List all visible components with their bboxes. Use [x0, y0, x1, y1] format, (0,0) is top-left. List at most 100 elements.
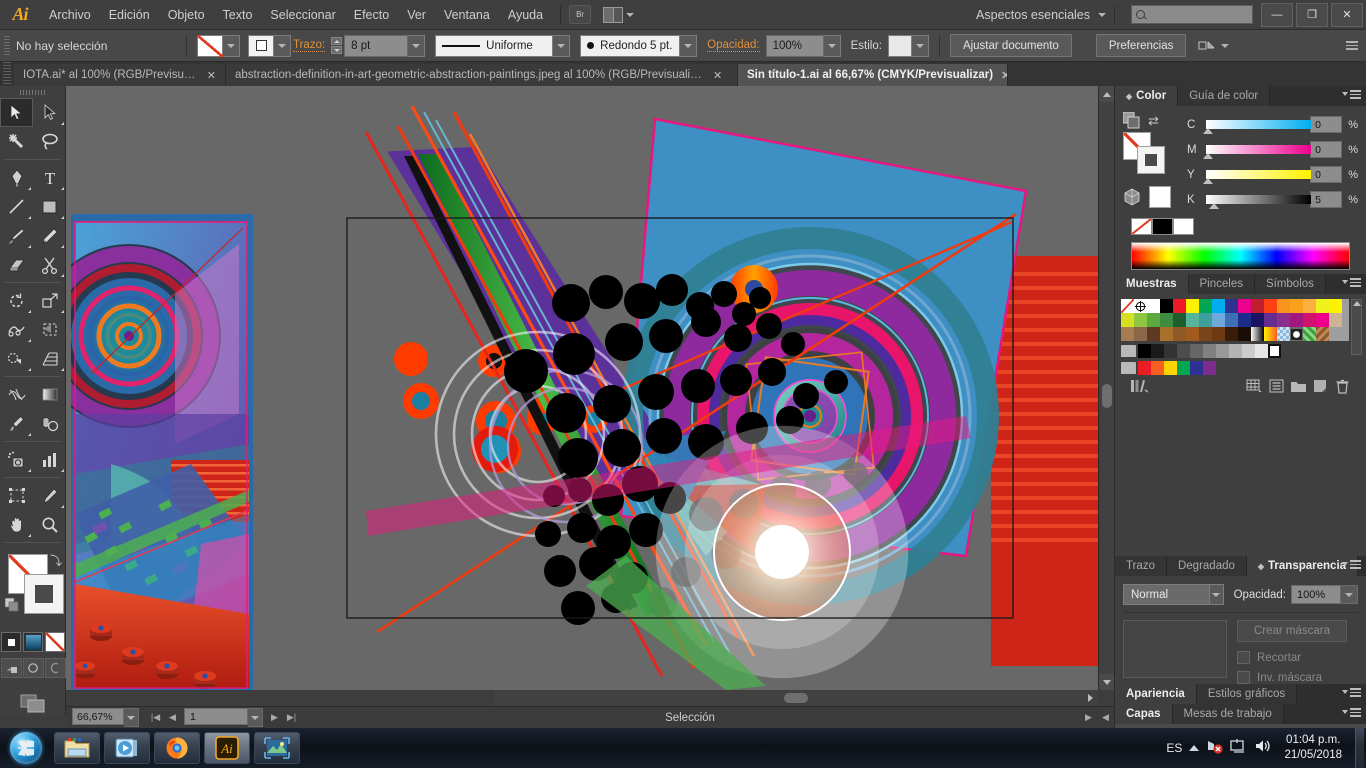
fit-document-button[interactable]: Ajustar documento	[949, 34, 1072, 57]
artboard-chevron-down-icon[interactable]	[248, 708, 263, 727]
swatch-brown9[interactable]	[1225, 327, 1238, 341]
rotate-tool[interactable]	[0, 286, 33, 315]
draw-inside-icon[interactable]	[44, 658, 66, 678]
white-color-icon[interactable]	[1149, 186, 1171, 208]
next-artboard-button[interactable]: ▶	[266, 709, 283, 726]
swatch-gray-80[interactable]	[1242, 344, 1255, 358]
black-swatch-icon[interactable]	[1152, 218, 1173, 235]
transparency-opacity-value[interactable]: 100%	[1291, 585, 1341, 604]
swatch-basic-purple[interactable]	[1203, 361, 1216, 375]
tool-expand-icon[interactable]	[61, 274, 64, 277]
fill-stroke-control[interactable]: ⤵	[0, 550, 66, 628]
swatch-lime[interactable]	[1121, 313, 1134, 327]
workspace-label[interactable]: Aspectos esenciales	[976, 8, 1098, 22]
slice-tool[interactable]	[33, 481, 66, 510]
color-quick-swatches[interactable]	[1131, 218, 1358, 235]
swatch-options-icon[interactable]	[1265, 377, 1287, 395]
tool-expand-icon[interactable]	[28, 469, 31, 472]
tool-expand-icon[interactable]	[28, 433, 31, 436]
taskbar-windows-explorer[interactable]	[54, 732, 100, 764]
tab-color[interactable]: ◈ Color	[1115, 86, 1179, 106]
stroke-color-icon[interactable]	[24, 574, 64, 614]
preferences-button[interactable]: Preferencias	[1095, 34, 1187, 57]
swatch-scrollbar[interactable]	[1351, 299, 1362, 355]
scissors-tool[interactable]	[33, 250, 66, 279]
tab-trazo[interactable]: Trazo	[1115, 556, 1167, 576]
appearance-panel-menu-icon[interactable]	[1342, 688, 1361, 697]
swatch-brown10[interactable]	[1238, 327, 1251, 341]
color-cube-icon[interactable]	[1123, 188, 1141, 206]
stroke-profile-value[interactable]: Uniforme	[435, 34, 554, 57]
swatch-pattern-wood[interactable]	[1316, 327, 1329, 341]
document-tab-sin-titulo[interactable]: Sin título-1.ai al 66,67% (CMYK/Previsua…	[738, 64, 1008, 86]
swatch-registration-icon[interactable]	[1134, 299, 1147, 313]
pen-tool[interactable]	[0, 163, 33, 192]
fill-swatch-icon[interactable]	[197, 34, 223, 57]
show-desktop-button[interactable]	[1355, 728, 1364, 768]
swatch-pink[interactable]	[1303, 313, 1316, 327]
menu-ayuda[interactable]: Ayuda	[499, 0, 552, 30]
draw-normal-icon[interactable]	[0, 658, 22, 678]
tool-expand-icon[interactable]	[28, 245, 31, 248]
swatch-yellow[interactable]	[1186, 299, 1199, 313]
color-panel-menu-icon[interactable]	[1342, 90, 1361, 99]
taskbar-clock[interactable]: 01:04 p.m. 21/05/2018	[1278, 733, 1348, 763]
column-graph-tool[interactable]	[33, 445, 66, 474]
blend-mode-value[interactable]: Normal	[1123, 584, 1210, 605]
swatch-orange[interactable]	[1277, 299, 1290, 313]
swatch-gray-90[interactable]	[1255, 344, 1268, 358]
tab-pinceles[interactable]: Pinceles	[1188, 274, 1255, 294]
draw-mode-group[interactable]	[0, 658, 66, 684]
transparency-thumbnail-area[interactable]	[1123, 620, 1227, 678]
scroll-right-icon[interactable]	[1082, 690, 1098, 706]
swatch-folder-icon[interactable]	[1121, 345, 1136, 357]
swatch-navy[interactable]	[1238, 313, 1251, 327]
language-indicator[interactable]: ES	[1166, 741, 1182, 755]
workspace-chevron-down-icon[interactable]	[1098, 12, 1106, 17]
white-swatch-icon[interactable]	[1173, 218, 1194, 235]
layers-panel-menu-icon[interactable]	[1342, 708, 1361, 717]
draw-behind-icon[interactable]	[22, 658, 44, 678]
swatch-magenta[interactable]	[1238, 299, 1251, 313]
vertical-scroll-thumb[interactable]	[1102, 384, 1112, 408]
opacity-label[interactable]: Opacidad:	[707, 39, 760, 52]
swap-fill-stroke-icon[interactable]: ⤵	[50, 552, 62, 569]
blob-brush-tool[interactable]	[0, 250, 33, 279]
tools-panel-grip[interactable]	[0, 86, 65, 98]
fill-mode-group[interactable]	[0, 632, 66, 658]
stroke-weight-label[interactable]: Trazo:	[293, 39, 326, 52]
swatch-yellow2[interactable]	[1316, 299, 1329, 313]
swatch-darkred[interactable]	[1251, 299, 1264, 313]
type-tool[interactable]: T	[33, 163, 66, 192]
tool-expand-icon[interactable]	[61, 310, 64, 313]
transparency-opacity-chevron-down-icon[interactable]	[1341, 585, 1358, 604]
swatch-brown[interactable]	[1121, 327, 1134, 341]
color-fill-mode-icon[interactable]	[1, 632, 21, 652]
shape-builder-tool[interactable]	[0, 344, 33, 373]
swatch-orange2[interactable]	[1290, 299, 1303, 313]
swatch-cyan[interactable]	[1212, 299, 1225, 313]
swatches-panel-menu-icon[interactable]	[1342, 278, 1361, 287]
canvas-vertical-scrollbar[interactable]	[1098, 86, 1115, 690]
zoom-level-select[interactable]: 66,67%	[72, 708, 139, 727]
opacity-chevron-down-icon[interactable]	[823, 34, 841, 57]
close-icon[interactable]: ✕	[713, 69, 722, 82]
network-error-icon[interactable]	[1206, 738, 1224, 759]
swatch-blue[interactable]	[1225, 299, 1238, 313]
volume-icon[interactable]	[1254, 738, 1271, 759]
artboard-number-value[interactable]: 1	[184, 708, 248, 725]
swatch-gray-10[interactable]	[1151, 344, 1164, 358]
swatch-purple[interactable]	[1264, 313, 1277, 327]
tool-expand-icon[interactable]	[28, 368, 31, 371]
tool-expand-icon[interactable]	[61, 368, 64, 371]
swatch-lightorange[interactable]	[1303, 299, 1316, 313]
change-screen-mode-button[interactable]	[0, 684, 66, 724]
opacity-value[interactable]: 100%	[765, 34, 824, 57]
swatch-red[interactable]	[1173, 299, 1186, 313]
brush-value[interactable]: Redondo 5 pt.	[580, 34, 681, 57]
eyedropper-tool[interactable]	[0, 409, 33, 438]
fill-color-picker[interactable]	[197, 34, 240, 57]
menu-texto[interactable]: Texto	[214, 0, 262, 30]
scroll-down-icon[interactable]	[1099, 674, 1115, 690]
swatch-basic-orange[interactable]	[1151, 361, 1164, 375]
